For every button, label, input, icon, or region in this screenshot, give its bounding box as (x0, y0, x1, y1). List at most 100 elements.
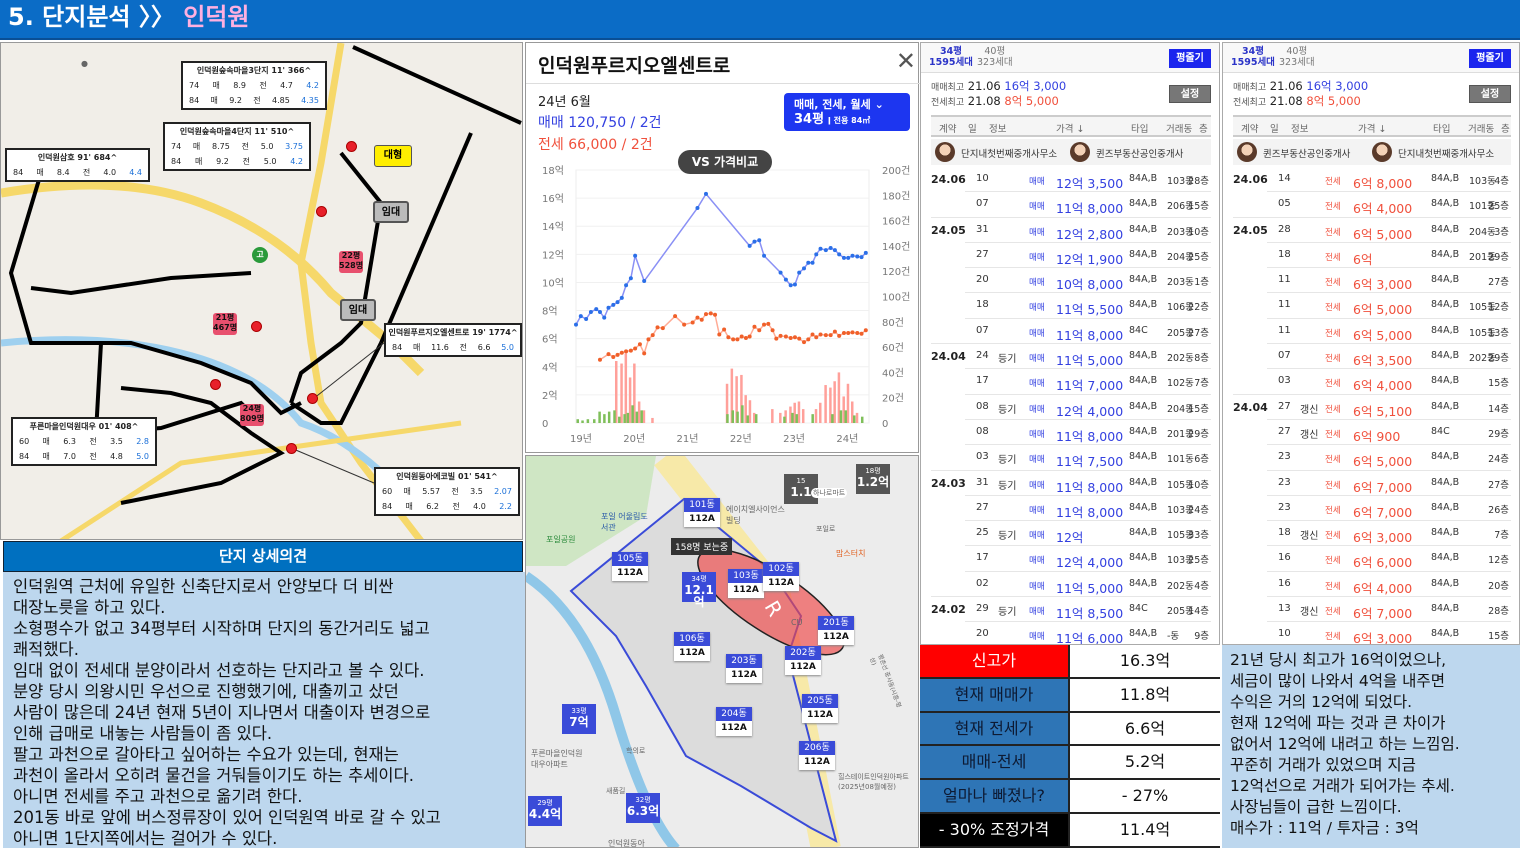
transaction-row[interactable]: 24.06 14 전세 6억 8,000 84A,B 103동 4층 (1233, 167, 1511, 193)
transaction-row[interactable]: 07 전세 6억 3,500 84A,B 202동 29층 (1233, 344, 1511, 370)
cell-type: 84A,B (1129, 451, 1158, 463)
jeonse-transaction-list[interactable]: 34평 1595세대 40평 323세대 평줄기 매매최고 21.06 16억 3,000… (1222, 42, 1520, 645)
transaction-row[interactable]: 13 갱신 전세 6억 7,000 84A,B 28층 (1233, 597, 1511, 623)
price-marker[interactable]: 33평 7억 (562, 704, 596, 734)
transaction-row[interactable]: 16 전세 6억 4,000 84A,B 20층 (1233, 572, 1511, 598)
complex-marker[interactable] (251, 321, 262, 332)
building-label[interactable]: 101동 112A (684, 498, 720, 527)
complex-marker[interactable] (210, 379, 221, 390)
transaction-row[interactable]: 24.04 24 등기 매매 11억 5,000 84A,B 202동 8층 (931, 344, 1211, 370)
price-marker[interactable]: 18평 1.2억 (856, 464, 890, 494)
transaction-row[interactable]: 23 전세 6억 7,000 84A,B 27층 (1233, 471, 1511, 496)
size-tab[interactable]: 34평 1595세대 (929, 46, 973, 68)
size-tab[interactable]: 40평 323세대 (1279, 46, 1315, 68)
building-label[interactable]: 206동 112A (799, 741, 835, 770)
settings-button[interactable]: 설정 (1469, 85, 1511, 103)
transaction-row[interactable]: 27 갱신 전세 6억 900 84C 29층 (1233, 420, 1511, 446)
building-label[interactable]: 204동 112A (716, 707, 752, 736)
transaction-row[interactable]: 18 전세 6억 84A,B 201동 29층 (1233, 243, 1511, 269)
price-marker[interactable]: 32평 6.3억 (626, 793, 660, 823)
complex-info-box[interactable]: 푸른마을인덕원대우 01' 408^ 60 매 6.3 전 3.5 2.8 84 매 7.0 전… (11, 417, 157, 466)
cell-kind: 전세 (1325, 556, 1341, 567)
price-marker[interactable]: 29평 4.4억 (528, 796, 562, 826)
building-label[interactable]: 102동 112A (763, 562, 799, 591)
transaction-row[interactable]: 16 전세 6억 6,000 84A,B 12층 (1233, 546, 1511, 572)
series-point (855, 254, 860, 259)
complex-info-box[interactable]: 인덕원푸르지오엘센트로 19' 1774^ 84 매 11.6 전 6.6 5.0 (384, 323, 522, 357)
transaction-row[interactable]: 24.05 31 매매 12억 2,800 84A,B 203동 10층 (931, 218, 1211, 243)
transaction-row[interactable]: 24.05 28 전세 6억 5,000 84A,B 204동 3층 (1233, 218, 1511, 243)
transaction-row[interactable]: 25 등기 매매 12억 84A,B 105동 33층 (931, 521, 1211, 547)
column-label[interactable]: 가격 ↓ (1056, 121, 1084, 135)
transaction-row[interactable]: 17 매매 12억 4,000 84A,B 103동 25층 (931, 546, 1211, 572)
agent-name[interactable]: 퀸즈부동산공인중개사 (1263, 146, 1350, 160)
transaction-row[interactable]: 24.06 10 매매 12억 3,500 84A,B 103동 28층 (931, 167, 1211, 193)
building-label[interactable]: 201동 112A (818, 616, 854, 645)
building-label[interactable]: 103동 112A (728, 569, 764, 598)
transaction-row[interactable]: 07 매매 11억 8,000 84A,B 206동 15층 (931, 192, 1211, 218)
transaction-row[interactable]: 23 전세 6억 5,000 84A,B 24층 (1233, 445, 1511, 471)
transaction-row[interactable]: 27 매매 11억 8,000 84A,B 103동 24층 (931, 496, 1211, 522)
transaction-row[interactable]: 11 전세 6억 5,000 84A,B 105동 12층 (1233, 293, 1511, 319)
transaction-row[interactable]: 03 전세 6억 4,000 84A,B 15층 (1233, 369, 1511, 395)
size-tab[interactable]: 34평 1595세대 (1231, 46, 1275, 68)
complex-info-box[interactable]: 인덕원삼호 91' 684^ 84 매 8.4 전 4.0 4.4 (5, 148, 150, 182)
vs-compare-button[interactable]: VS 가격비교 (678, 150, 772, 174)
settings-button[interactable]: 설정 (1169, 85, 1211, 103)
transaction-row[interactable]: 24.04 27 갱신 전세 6억 5,100 84A,B 14층 (1233, 395, 1511, 420)
agent-name[interactable]: 단지내첫번째중개사무소 (1398, 146, 1494, 160)
transaction-row[interactable]: 11 전세 6억 3,000 84A,B 27층 (1233, 268, 1511, 294)
series-point (757, 328, 762, 333)
transaction-row[interactable]: 18 갱신 전세 6억 3,000 84A,B 7층 (1233, 521, 1511, 547)
transaction-row[interactable]: 20 매매 11억 6,000 84A,B -동 9층 (931, 622, 1211, 644)
transaction-row[interactable]: 24.03 31 등기 매매 11억 8,000 84A,B 105동 10층 (931, 471, 1211, 496)
series-point (633, 346, 638, 351)
complex-marker[interactable] (307, 393, 318, 404)
complex-info-box[interactable]: 인덕원동아에코빌 01' 541^ 60 매 5.57 전 3.5 2.07 84 매 6.2… (374, 467, 520, 516)
complex-marker[interactable] (286, 443, 297, 454)
building-label[interactable]: 105동 112A (612, 552, 648, 581)
cell-floor: 1층 (1194, 277, 1209, 289)
agent-name[interactable]: 단지내첫번째중개사무소 (961, 146, 1057, 160)
column-label[interactable]: 가격 ↓ (1358, 121, 1386, 135)
transaction-row[interactable]: 17 매매 11억 7,000 84A,B 102동 7층 (931, 369, 1211, 395)
transaction-row[interactable]: 24.02 29 등기 매매 11억 8,500 84C 205동 14층 (931, 597, 1211, 623)
complex-info-box[interactable]: 인덕원숲속마을4단지 11' 510^ 74 매 8.75 전 5.0 3.75 84 매 9… (163, 122, 311, 171)
complex-marker[interactable] (346, 141, 357, 152)
transaction-row[interactable]: 20 매매 10억 8,000 84A,B 203동 1층 (931, 268, 1211, 294)
transaction-row[interactable]: 18 매매 11억 5,500 84A,B 106동 22층 (931, 293, 1211, 319)
complex-info-box[interactable]: 인덕원숲속마을3단지 11' 366^ 74 매 8.9 전 4.7 4.2 84 매 9.2… (181, 61, 327, 110)
transaction-row[interactable]: 27 매매 12억 1,900 84A,B 204동 25층 (931, 243, 1211, 269)
complex-map[interactable]: R 101동 112A 105동 112A 103동 112A 102동 112A 20… (525, 455, 919, 848)
series-point (863, 328, 868, 333)
building-label[interactable]: 203동 112A (726, 654, 762, 683)
cell-day: 28 (1278, 223, 1291, 235)
cell-day: 11 (1278, 324, 1291, 336)
transaction-row[interactable]: 23 전세 6억 7,000 84A,B 26층 (1233, 496, 1511, 522)
transaction-row[interactable]: 03 등기 매매 11억 7,500 84A,B 101동 6층 (931, 445, 1211, 471)
size-tab[interactable]: 40평 323세대 (977, 46, 1013, 68)
current-price-marker[interactable]: 34평 12.1억 (682, 572, 716, 608)
complex-marker[interactable] (316, 206, 327, 217)
agent-name[interactable]: 퀸즈부동산공인중개사 (1096, 146, 1183, 160)
transaction-row[interactable]: 10 전세 6억 3,000 84A,B 15층 (1233, 622, 1511, 644)
building-label[interactable]: 106동 112A (674, 632, 710, 661)
transaction-row[interactable]: 11 전세 6억 5,000 84A,B 105동 13층 (1233, 319, 1511, 345)
badge-household: 24평 809명 (240, 404, 264, 426)
collapse-size-button[interactable]: 평줄기 (1169, 49, 1211, 68)
transaction-row[interactable]: 02 매매 11억 5,000 84A,B 202동 4층 (931, 572, 1211, 598)
transaction-row[interactable]: 07 매매 11억 8,000 84C 205동 27층 (931, 319, 1211, 345)
transaction-row[interactable]: 08 매매 11억 8,000 84A,B 201동 29층 (931, 420, 1211, 446)
sale-transaction-list[interactable]: 34평 1595세대 40평 323세대 평줄기 매매최고 21.06 16억 3,000… (920, 42, 1220, 645)
series-point (642, 351, 647, 356)
max-jeonse-row: 전세최고 21.08 8억 5,000 (931, 94, 1059, 108)
collapse-size-button[interactable]: 평줄기 (1469, 49, 1511, 68)
close-icon[interactable]: ✕ (896, 49, 916, 73)
building-label[interactable]: 202동 112A (785, 646, 821, 675)
series-point (655, 325, 660, 330)
building-label[interactable]: 205동 112A (802, 694, 838, 723)
transaction-row[interactable]: 08 등기 매매 12억 4,000 84A,B 204동 15층 (931, 395, 1211, 420)
trade-type-dropdown[interactable]: 매매, 전세, 월세 ⌄ 34평 ǀ 전용 84㎡ (784, 93, 910, 131)
area-map[interactable]: ● 인덕원숲속마을3단지 11' 366^ 74 매 8.9 전 4.7 4.2 84 매 9… (0, 42, 523, 540)
transaction-row[interactable]: 05 전세 6억 4,000 84A,B 101동 25층 (1233, 192, 1511, 218)
